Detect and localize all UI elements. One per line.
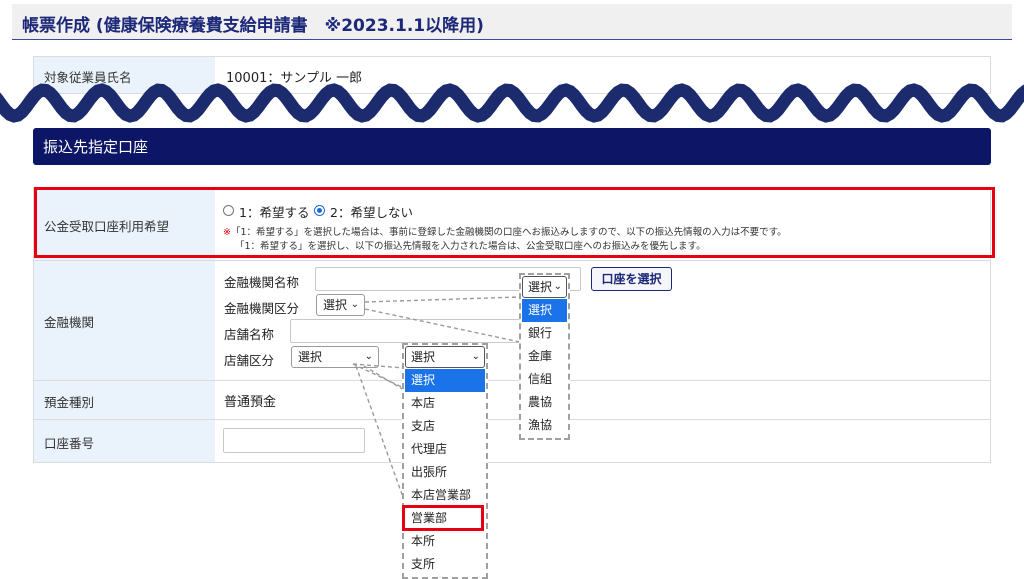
branch-type-option[interactable]: 支所: [405, 553, 485, 576]
branch-type-option[interactable]: 支店: [405, 415, 485, 438]
note-line-1: 「1：希望する」を選択した場合は、事前に登録した金融機関の口座へお振込みしますの…: [230, 227, 787, 238]
branch-type-dropdown-value: 選択: [411, 350, 436, 364]
radio-not-want-label[interactable]: 2：希望しない: [330, 202, 413, 221]
public-account-note-2: 「1：希望する」を選択し、以下の振込先情報を入力された場合は、公金受取口座へのお…: [235, 241, 706, 252]
branch-name-label: 店舗名称: [224, 327, 275, 342]
branch-type-dropdown-head[interactable]: 選択 ⌄: [405, 346, 485, 368]
chevron-down-icon: ⌄: [471, 351, 480, 362]
bank-type-select[interactable]: 選択 ⌄: [316, 294, 365, 316]
bank-type-option[interactable]: 信組: [522, 368, 567, 391]
deposit-value: 普通預金: [224, 395, 277, 410]
branch-type-option[interactable]: 本店営業部: [405, 484, 485, 507]
radio-want-label[interactable]: 1：希望する: [239, 202, 309, 221]
radio-not-want[interactable]: [314, 205, 325, 216]
bank-label: 金融機関: [44, 315, 95, 330]
bank-type-dropdown[interactable]: 選択 ⌄ 選択 銀行 金庫 信組 農協 漁協: [519, 273, 570, 440]
branch-type-option[interactable]: 本店: [405, 392, 485, 415]
bank-label-cell: 金融機関: [34, 261, 215, 380]
branch-name-input[interactable]: [290, 319, 522, 343]
bank-type-value: 選択: [323, 298, 348, 312]
account-number-label: 口座番号: [44, 436, 95, 451]
bank-type-option[interactable]: 選択: [522, 299, 567, 322]
branch-type-option[interactable]: 営業部: [405, 507, 485, 530]
chevron-down-icon: ⌄: [364, 351, 373, 362]
page-title: 帳票作成 (健康保険療養費支給申請書 ※2023.1.1以降用): [22, 16, 484, 36]
branch-type-option[interactable]: 代理店: [405, 438, 485, 461]
branch-type-options: 選択 本店 支店 代理店 出張所 本店営業部 営業部 本所 支所: [405, 369, 485, 576]
bank-type-dropdown-value: 選択: [528, 280, 553, 294]
section-header: 振込先指定口座: [33, 128, 991, 165]
bank-type-option[interactable]: 金庫: [522, 345, 567, 368]
public-account-label: 公金受取口座利用希望: [44, 219, 170, 234]
note-mark: ※: [223, 227, 231, 238]
bank-type-option[interactable]: 銀行: [522, 322, 567, 345]
branch-type-label: 店舗区分: [224, 353, 275, 368]
bank-type-option[interactable]: 漁協: [522, 414, 567, 437]
chevron-down-icon: ⌄: [350, 299, 359, 310]
deposit-label-cell: 預金種別: [34, 381, 215, 419]
account-number-label-cell: 口座番号: [34, 420, 215, 462]
public-account-label-cell: 公金受取口座利用希望: [34, 188, 215, 260]
branch-type-value: 選択: [298, 350, 323, 364]
radio-want[interactable]: [223, 205, 234, 216]
public-account-note-1: ※「1：希望する」を選択した場合は、事前に登録した金融機関の口座へお振込みします…: [223, 224, 787, 238]
bank-type-label: 金融機関区分: [224, 301, 300, 316]
branch-type-dropdown[interactable]: 選択 ⌄ 選択 本店 支店 代理店 出張所 本店営業部 営業部 本所 支所: [402, 343, 488, 579]
chevron-down-icon: ⌄: [553, 281, 562, 292]
select-account-button[interactable]: 口座を選択: [591, 267, 672, 291]
bank-type-options: 選択 銀行 金庫 信組 農協 漁協: [522, 299, 567, 437]
section-title: 振込先指定口座: [43, 138, 149, 156]
branch-type-option[interactable]: 出張所: [405, 461, 485, 484]
branch-type-option[interactable]: 本所: [405, 530, 485, 553]
branch-type-option[interactable]: 選択: [405, 369, 485, 392]
wave-separator: [0, 83, 1024, 123]
bank-type-dropdown-head[interactable]: 選択 ⌄: [522, 276, 567, 298]
bank-name-label: 金融機関名称: [224, 275, 300, 290]
account-number-input[interactable]: [223, 428, 365, 453]
page-header: 帳票作成 (健康保険療養費支給申請書 ※2023.1.1以降用): [12, 4, 1012, 40]
deposit-label: 預金種別: [44, 395, 95, 410]
branch-type-select[interactable]: 選択 ⌄: [291, 346, 379, 368]
bank-type-option[interactable]: 農協: [522, 391, 567, 414]
